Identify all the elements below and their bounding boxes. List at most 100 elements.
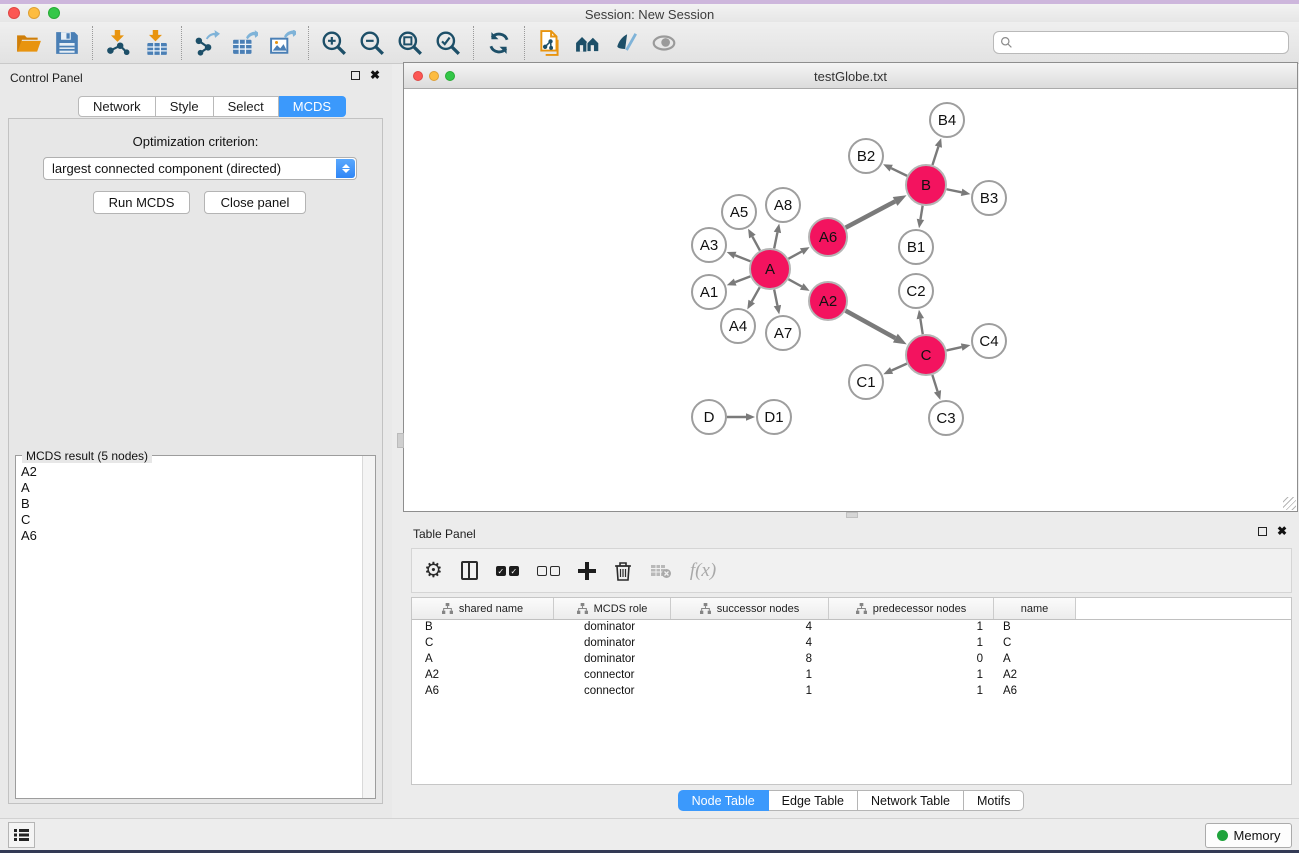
cell-shared-name[interactable]: B — [412, 620, 554, 636]
edge-A-A6[interactable] — [788, 251, 801, 258]
cell-successor-nodes[interactable]: 4 — [671, 636, 829, 652]
zoom-selected-button[interactable] — [429, 26, 467, 60]
task-history-button[interactable] — [8, 822, 35, 848]
cell-name[interactable]: B — [994, 620, 1076, 636]
run-mcds-button[interactable]: Run MCDS — [93, 191, 190, 214]
cell-successor-nodes[interactable]: 4 — [671, 620, 829, 636]
first-neighbors-button[interactable] — [569, 26, 607, 60]
column-header-shared-name[interactable]: shared name — [412, 598, 554, 619]
edge-A-A4[interactable] — [752, 287, 760, 301]
edge-A-A3[interactable] — [735, 255, 750, 261]
edge-A-A2[interactable] — [788, 279, 801, 286]
open-session-button[interactable] — [10, 26, 48, 60]
cell-name[interactable]: A — [994, 652, 1076, 668]
cell-name[interactable]: A2 — [994, 668, 1076, 684]
cell-shared-name[interactable]: A — [412, 652, 554, 668]
edge-A-A7[interactable] — [774, 290, 777, 306]
zoom-in-button[interactable] — [315, 26, 353, 60]
bird-eye-view-button[interactable] — [645, 26, 683, 60]
close-table-panel-icon[interactable]: ✖ — [1277, 527, 1287, 536]
function-builder-button[interactable]: f(x) — [690, 560, 716, 582]
memory-button[interactable]: Memory — [1205, 823, 1292, 848]
export-image-button[interactable] — [264, 26, 302, 60]
cell-name[interactable]: C — [994, 636, 1076, 652]
edge-C-C2[interactable] — [920, 319, 922, 335]
cell-MCDS-role[interactable]: connector — [554, 668, 671, 684]
delete-row-button[interactable] — [614, 561, 632, 581]
column-header-predecessor-nodes[interactable]: predecessor nodes — [829, 598, 994, 619]
select-all-button[interactable]: ✓✓ — [496, 566, 519, 576]
result-item[interactable]: A6 — [21, 528, 362, 544]
cell-MCDS-role[interactable]: dominator — [554, 620, 671, 636]
result-item[interactable]: C — [21, 512, 362, 528]
cell-successor-nodes[interactable]: 8 — [671, 652, 829, 668]
cell-MCDS-role[interactable]: dominator — [554, 652, 671, 668]
table-row[interactable]: Bdominator41B — [412, 620, 1291, 636]
edge-A-A8[interactable] — [774, 232, 777, 248]
edge-A-A5[interactable] — [752, 237, 760, 251]
cell-name[interactable]: A6 — [994, 684, 1076, 700]
column-header-MCDS-role[interactable]: MCDS role — [554, 598, 671, 619]
close-panel-icon[interactable]: ✖ — [370, 71, 380, 80]
network-canvas[interactable]: B4B2BB3A8A5A6A3B1AA1C2A2A4A7C4CC1C3DD1 — [404, 89, 1297, 511]
cell-predecessor-nodes[interactable]: 1 — [829, 636, 994, 652]
edge-C-C3[interactable] — [932, 375, 937, 391]
edge-C-C4[interactable] — [946, 347, 961, 350]
tab-style[interactable]: Style — [156, 96, 214, 117]
cell-shared-name[interactable]: A6 — [412, 684, 554, 700]
table-row[interactable]: A6connector11A6 — [412, 684, 1291, 700]
cell-predecessor-nodes[interactable]: 1 — [829, 684, 994, 700]
save-session-button[interactable] — [48, 26, 86, 60]
tab-select[interactable]: Select — [214, 96, 279, 117]
column-settings-button[interactable]: ⚙ — [424, 560, 443, 581]
tab-network-table[interactable]: Network Table — [858, 790, 964, 811]
result-item[interactable]: A — [21, 480, 362, 496]
node-table[interactable]: shared nameMCDS rolesuccessor nodesprede… — [411, 597, 1292, 785]
float-table-panel-icon[interactable] — [1258, 527, 1267, 536]
tab-network[interactable]: Network — [78, 96, 156, 117]
edge-B-B1[interactable] — [920, 206, 922, 220]
tab-node-table[interactable]: Node Table — [678, 790, 769, 811]
tab-motifs[interactable]: Motifs — [964, 790, 1024, 811]
cell-successor-nodes[interactable]: 1 — [671, 684, 829, 700]
resize-grip-icon[interactable] — [1283, 497, 1296, 510]
result-scrollbar[interactable] — [362, 456, 375, 798]
cell-shared-name[interactable]: C — [412, 636, 554, 652]
close-panel-button[interactable]: Close panel — [204, 191, 306, 214]
edge-C-C1[interactable] — [892, 364, 907, 371]
show-columns-button[interactable] — [461, 561, 478, 580]
deselect-all-button[interactable] — [537, 566, 560, 576]
edge-B-B4[interactable] — [932, 147, 938, 165]
cell-predecessor-nodes[interactable]: 1 — [829, 620, 994, 636]
cell-predecessor-nodes[interactable]: 1 — [829, 668, 994, 684]
search-input[interactable] — [1017, 32, 1288, 53]
delete-table-button[interactable] — [650, 563, 672, 579]
export-table-button[interactable] — [226, 26, 264, 60]
clone-network-button[interactable] — [531, 26, 569, 60]
import-network-button[interactable] — [99, 26, 137, 60]
add-row-button[interactable] — [578, 562, 596, 580]
import-table-button[interactable] — [137, 26, 175, 60]
export-network-button[interactable] — [188, 26, 226, 60]
network-window-titlebar[interactable]: testGlobe.txt — [404, 63, 1297, 89]
result-item[interactable]: A2 — [21, 464, 362, 480]
cell-predecessor-nodes[interactable]: 0 — [829, 652, 994, 668]
cell-successor-nodes[interactable]: 1 — [671, 668, 829, 684]
search-box[interactable] — [993, 31, 1289, 54]
criterion-select[interactable]: largest connected component (directed) — [43, 157, 357, 180]
table-row[interactable]: A2connector11A2 — [412, 668, 1291, 684]
float-panel-icon[interactable] — [351, 71, 360, 80]
result-item[interactable]: B — [21, 496, 362, 512]
column-header-successor-nodes[interactable]: successor nodes — [671, 598, 829, 619]
zoom-fit-button[interactable] — [391, 26, 429, 60]
splitter-gripper[interactable] — [397, 433, 404, 448]
edge-A6-B[interactable] — [846, 201, 895, 227]
edge-A2-C[interactable] — [846, 311, 896, 338]
refresh-layout-button[interactable] — [480, 26, 518, 60]
column-header-name[interactable]: name — [994, 598, 1076, 619]
horizontal-scroll-gripper[interactable] — [846, 512, 858, 518]
edge-B-B3[interactable] — [947, 189, 962, 192]
edge-B-B2[interactable] — [891, 168, 907, 176]
show-graphics-details-button[interactable] — [607, 26, 645, 60]
cell-MCDS-role[interactable]: connector — [554, 684, 671, 700]
